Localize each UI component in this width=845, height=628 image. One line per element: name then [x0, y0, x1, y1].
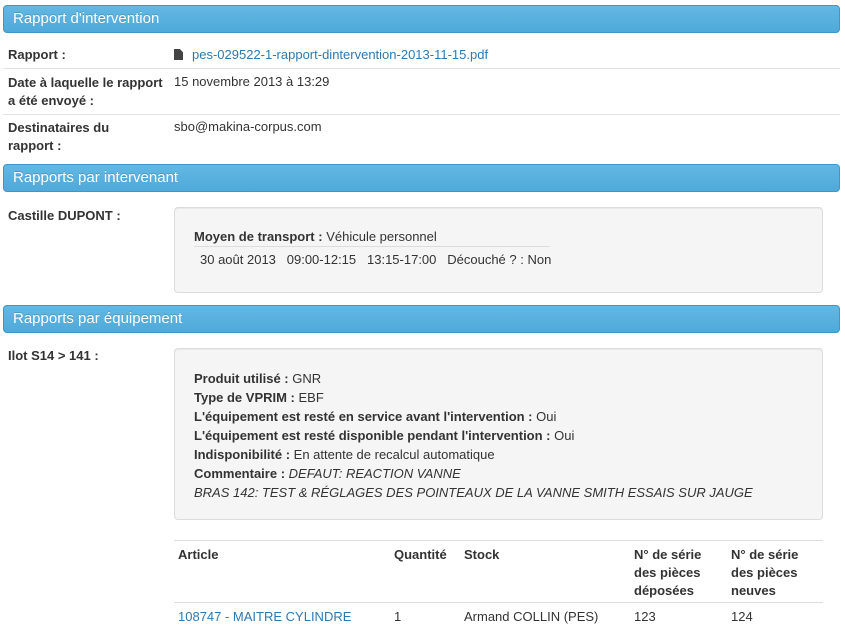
- col-header-serie-deposees-line2: des pièces: [634, 565, 701, 580]
- date-envoi-label-line1: Date à laquelle le rapport: [8, 75, 163, 90]
- date-envoi-label-line2: a été envoyé :: [8, 93, 94, 108]
- type-vprim-value: EBF: [298, 390, 324, 405]
- commentaire-value-line2: BRAS 142: TEST & RÉGLAGES DES POINTEAUX …: [194, 485, 753, 500]
- destinataires-label-line2: rapport :: [8, 138, 62, 153]
- col-header-serie-deposees-line3: déposées: [634, 583, 694, 598]
- slot-afternoon: 13:15-17:00: [367, 252, 437, 267]
- serie-neuves-cell: 124: [731, 609, 753, 624]
- date-envoi-value: 15 novembre 2013 à 13:29: [174, 74, 330, 89]
- section-header-rapports-intervenant: Rapports par intervenant: [3, 164, 840, 192]
- rapport-file-link[interactable]: pes-029522-1-rapport-dintervention-2013-…: [192, 47, 488, 62]
- table-top-border: [174, 540, 823, 541]
- section-header-rapport-intervention: Rapport d'intervention: [3, 5, 840, 33]
- commentaire-value-line1: DEFAUT: REACTION VANNE: [288, 466, 461, 481]
- col-header-serie-neuves: N° de série des pièces neuves: [731, 546, 798, 600]
- disponible-label: L'équipement est resté disponible pendan…: [194, 428, 551, 443]
- article-link[interactable]: 108747 - MAITRE CYLINDRE: [178, 608, 351, 626]
- destinataires-value: sbo@makina-corpus.com: [174, 119, 322, 134]
- disponible-line: L'équipement est resté disponible pendan…: [194, 426, 753, 445]
- file-icon: [174, 49, 183, 60]
- col-header-serie-deposees: N° de série des pièces déposées: [634, 546, 701, 600]
- divider: [3, 68, 840, 69]
- intervention-slot-row: 30 août 2013 09:00-12:15 13:15-17:00 Déc…: [200, 251, 551, 269]
- type-vprim-label: Type de VPRIM :: [194, 390, 295, 405]
- equipement-well: Produit utilisé : GNR Type de VPRIM : EB…: [174, 348, 823, 520]
- divider: [3, 114, 840, 115]
- disponible-value: Oui: [554, 428, 575, 443]
- indisponibilite-line: Indisponibilité : En attente de recalcul…: [194, 445, 753, 464]
- intervenant-well: Moyen de transport : Véhicule personnel …: [174, 207, 823, 293]
- table-header-border: [174, 602, 823, 603]
- destinataires-label-line1: Destinataires du: [8, 120, 110, 135]
- col-header-article: Article: [178, 547, 219, 562]
- rapport-label: Rapport :: [8, 47, 66, 62]
- transport-label: Moyen de transport :: [194, 229, 323, 244]
- transport-line: Moyen de transport : Véhicule personnel: [194, 228, 437, 246]
- col-header-stock: Stock: [464, 547, 500, 562]
- indisponibilite-label: Indisponibilité :: [194, 447, 291, 462]
- decouche-value: Non: [527, 252, 552, 267]
- decouche-label: Découché ? :: [447, 252, 524, 267]
- divider: [194, 246, 550, 247]
- col-header-serie-deposees-line1: N° de série: [634, 547, 702, 562]
- commentaire-line: Commentaire : DEFAUT: REACTION VANNE: [194, 464, 753, 483]
- equipement-name: Ilot S14 > 141 :: [8, 348, 99, 363]
- intervenant-name: Castille DUPONT :: [8, 208, 121, 223]
- slot-morning: 09:00-12:15: [286, 252, 357, 267]
- indisponibilite-value: En attente de recalcul automatique: [293, 447, 495, 462]
- col-header-serie-neuves-line3: neuves: [731, 583, 776, 598]
- col-header-serie-neuves-line1: N° de série: [731, 547, 799, 562]
- en-service-line: L'équipement est resté en service avant …: [194, 407, 753, 426]
- produit-label: Produit utilisé :: [194, 371, 289, 386]
- produit-value: GNR: [292, 371, 322, 386]
- quantite-cell: 1: [394, 609, 402, 624]
- produit-line: Produit utilisé : GNR: [194, 369, 753, 388]
- en-service-value: Oui: [536, 409, 557, 424]
- col-header-serie-neuves-line2: des pièces: [731, 565, 798, 580]
- serie-deposees-cell: 123: [634, 609, 656, 624]
- col-header-quantite: Quantité: [394, 547, 447, 562]
- section-header-rapports-equipement: Rapports par équipement: [3, 305, 840, 333]
- transport-value: Véhicule personnel: [326, 229, 437, 244]
- destinataires-label: Destinataires du rapport :: [8, 119, 109, 155]
- rapport-file: pes-029522-1-rapport-dintervention-2013-…: [174, 46, 488, 64]
- slot-date: 30 août 2013: [200, 252, 276, 267]
- en-service-label: L'équipement est resté en service avant …: [194, 409, 533, 424]
- date-envoi-label: Date à laquelle le rapport a été envoyé …: [8, 74, 163, 110]
- type-vprim-line: Type de VPRIM : EBF: [194, 388, 753, 407]
- stock-cell: Armand COLLIN (PES): [464, 609, 599, 624]
- commentaire-label: Commentaire :: [194, 466, 286, 481]
